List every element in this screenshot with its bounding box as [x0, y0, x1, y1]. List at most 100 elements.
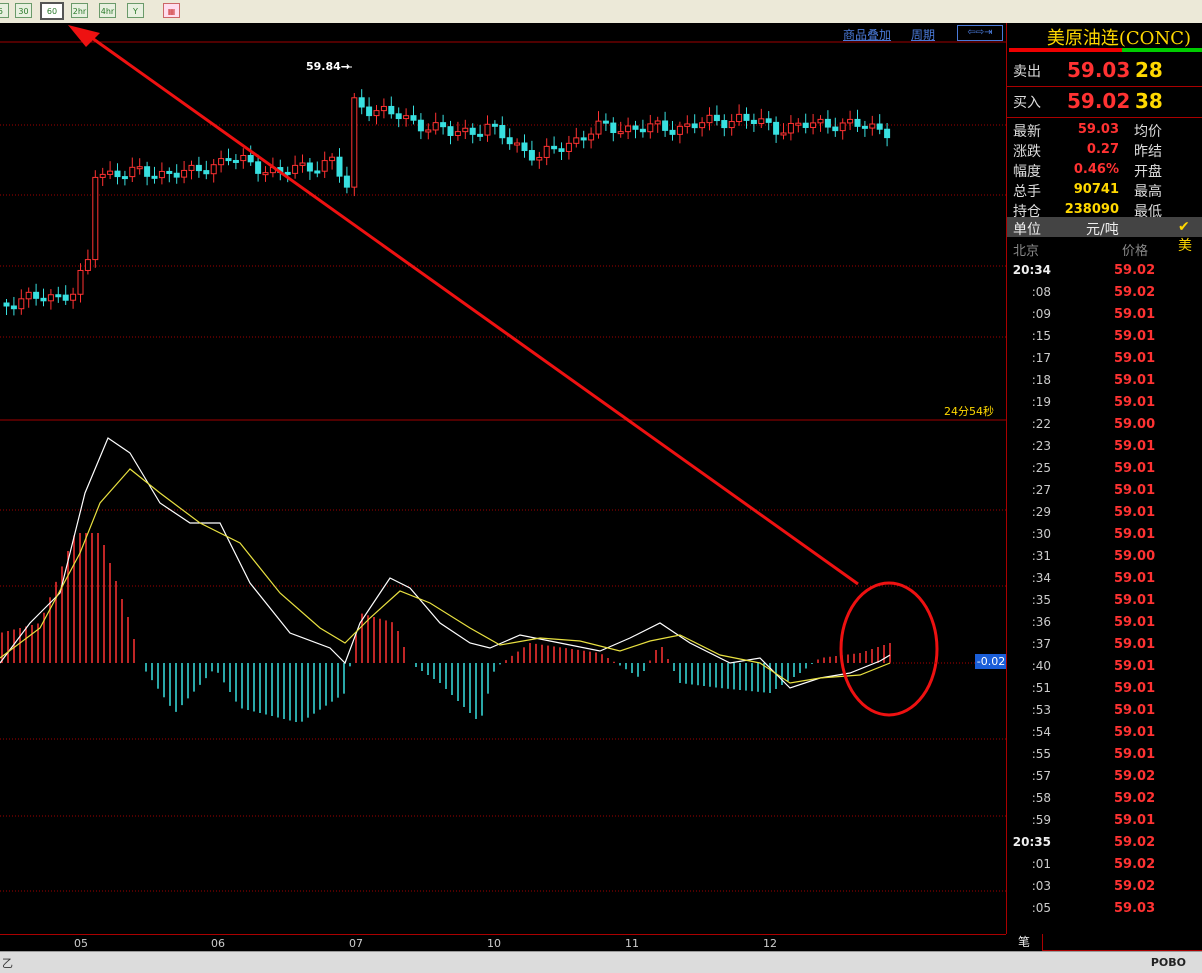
unit-value: 元/吨: [1086, 222, 1119, 238]
tab-ticks[interactable]: 笔: [1006, 934, 1043, 951]
candle-body: [506, 137, 513, 145]
tick-price: 59.01: [1114, 637, 1156, 652]
period-toolbar: 5 30 60 2hr 4hr Y ▦: [0, 0, 1202, 24]
tick-price: 59.01: [1114, 351, 1156, 366]
nav-arrows-icon[interactable]: ⇦⇨⇥: [957, 25, 1003, 41]
candle-body: [195, 164, 202, 172]
tick-price: 59.01: [1114, 461, 1156, 476]
tick-row: :15 59.01: [1007, 326, 1202, 348]
bid-label: 买入: [1013, 95, 1041, 111]
status-text: 乙: [2, 957, 13, 970]
panel-tabbar: 笔: [1006, 934, 1202, 951]
unit-bar: 单位 元/吨 ✔ 美: [1007, 217, 1202, 254]
candle-body: [573, 137, 580, 144]
candle-body: [588, 133, 595, 141]
candle-body: [99, 173, 106, 178]
tick-price: 59.02: [1114, 835, 1156, 850]
tick-row: :22 59.00: [1007, 414, 1202, 436]
tick-time: :30: [1031, 527, 1051, 541]
tick-time: 20:35: [1012, 835, 1051, 849]
bid-row: 买入 59.02 38: [1007, 87, 1202, 117]
period-60min-button[interactable]: 60: [40, 2, 64, 20]
candle-body: [639, 128, 646, 133]
candle-body: [706, 114, 713, 124]
candle-body: [551, 145, 558, 150]
candle-body: [306, 162, 313, 172]
candle-body: [18, 298, 25, 310]
unit-label: 单位: [1013, 222, 1041, 238]
candle-body: [40, 297, 47, 302]
tick-row: :58 59.02: [1007, 788, 1202, 810]
candle-body: [847, 118, 854, 124]
candle-body: [839, 122, 846, 132]
candle-body: [314, 170, 321, 174]
tick-time: :34: [1031, 571, 1051, 585]
period-5min-button[interactable]: 5: [0, 3, 9, 18]
bid-ratio-bar: [1009, 48, 1122, 52]
tick-row: :35 59.01: [1007, 590, 1202, 612]
tick-price: 59.01: [1114, 373, 1156, 388]
tick-row: :51 59.01: [1007, 678, 1202, 700]
candle-body: [521, 142, 528, 152]
quote-panel: 美原油连(CONC) 卖出 59.03 28 买入 59.02 38 最新 59.…: [1006, 23, 1202, 951]
candle-body: [173, 172, 180, 178]
tick-time: :55: [1031, 747, 1051, 761]
candle-body: [565, 142, 572, 152]
col-price-header: 价格: [1122, 244, 1149, 259]
overlay-link[interactable]: 商品叠加: [843, 26, 891, 43]
candle-body: [602, 120, 609, 124]
stat-label: 总手: [1013, 184, 1041, 200]
grid-icon[interactable]: ▦: [163, 3, 180, 18]
period-year-button[interactable]: Y: [127, 3, 144, 18]
tick-time: :40: [1031, 659, 1051, 673]
tick-row: :08 59.02: [1007, 282, 1202, 304]
candle-body: [647, 123, 654, 133]
candle-body: [262, 172, 269, 176]
candle-body: [255, 161, 262, 174]
tick-row: 20:34 59.02: [1007, 260, 1202, 282]
candle-body: [188, 164, 195, 171]
time-axis: 05 06 07 10 11 12: [0, 934, 1006, 952]
tick-price: 59.02: [1114, 791, 1156, 806]
candle-body: [410, 115, 417, 121]
candle-body: [654, 120, 661, 125]
candle-body: [447, 126, 454, 136]
tick-price: 59.01: [1114, 593, 1156, 608]
candle-body: [181, 169, 188, 178]
candle-body: [499, 125, 506, 139]
candle-body: [47, 294, 54, 302]
candle-body: [454, 131, 461, 136]
tick-price: 59.01: [1114, 659, 1156, 674]
macd-value-tag: -0.02: [975, 654, 1007, 669]
candle-body: [203, 170, 210, 175]
candle-body: [743, 113, 750, 121]
stat-label: 最新: [1013, 124, 1041, 140]
tick-price: 59.01: [1114, 813, 1156, 828]
candle-body: [33, 291, 40, 299]
candle-body: [810, 122, 817, 128]
tick-row: :27 59.01: [1007, 480, 1202, 502]
candle-body: [10, 305, 17, 310]
candle-body: [373, 110, 380, 117]
candle-body: [632, 125, 639, 130]
price-macd-chart: [0, 25, 1006, 892]
tick-time: :27: [1031, 483, 1051, 497]
stat-label-2: 均价: [1134, 124, 1162, 140]
tick-time: :25: [1031, 461, 1051, 475]
candle-body: [884, 128, 891, 139]
tick-price: 59.00: [1114, 417, 1156, 432]
period-4hr-button[interactable]: 4hr: [99, 3, 116, 18]
tick-row: :29 59.01: [1007, 502, 1202, 524]
period-30min-button[interactable]: 30: [15, 3, 32, 18]
period-2hr-button[interactable]: 2hr: [71, 3, 88, 18]
tick-row: :19 59.01: [1007, 392, 1202, 414]
candle-body: [366, 106, 373, 117]
candle-body: [166, 170, 173, 174]
candle-body: [158, 170, 165, 179]
col-time-header: 北京: [1013, 244, 1040, 259]
chart-area[interactable]: 商品叠加 周期 ⇦⇨⇥ 59.84→ 24分54秒 -0.02: [0, 23, 1007, 934]
period-link[interactable]: 周期: [911, 26, 935, 43]
candle-body: [595, 120, 602, 135]
stat-label-2: 开盘: [1134, 164, 1162, 180]
tick-time: :05: [1031, 901, 1051, 915]
